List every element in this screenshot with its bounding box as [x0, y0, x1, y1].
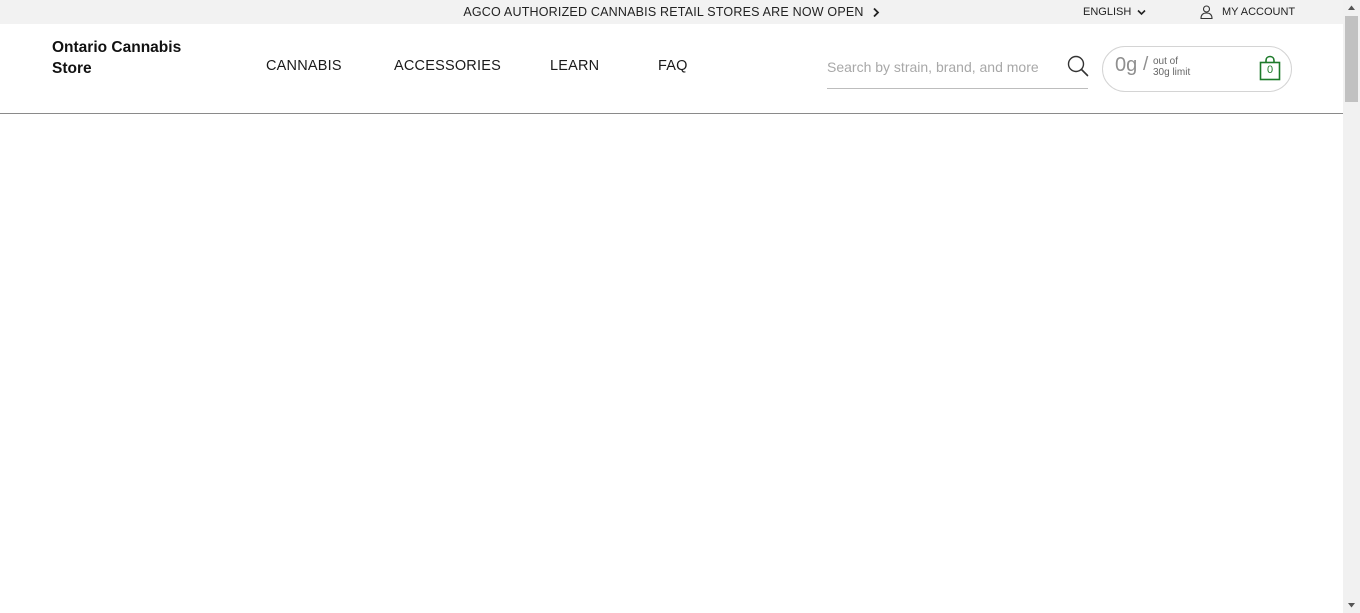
my-account-label: MY ACCOUNT — [1222, 6, 1296, 18]
search-bar — [827, 46, 1089, 89]
scroll-up-arrow-icon[interactable] — [1343, 0, 1360, 15]
scroll-down-arrow-icon[interactable] — [1343, 598, 1360, 613]
page: AGCO AUTHORIZED CANNABIS RETAIL STORES A… — [0, 0, 1343, 613]
cart-grams: 0g — [1115, 54, 1138, 76]
announcement-bar: AGCO AUTHORIZED CANNABIS RETAIL STORES A… — [0, 0, 1343, 24]
announcement-text: AGCO AUTHORIZED CANNABIS RETAIL STORES A… — [463, 5, 864, 19]
logo-line-2: Store — [52, 60, 92, 77]
my-account-link[interactable]: MY ACCOUNT — [1200, 0, 1295, 24]
cart-limit-line-2: 30g limit — [1153, 67, 1191, 78]
cart-limit-line-1: out of — [1153, 56, 1179, 67]
language-label: ENGLISH — [1083, 6, 1132, 18]
search-icon[interactable] — [1067, 55, 1089, 77]
chevron-down-icon — [1137, 9, 1146, 15]
search-input[interactable] — [827, 57, 1052, 77]
cart-item-count: 0 — [1266, 64, 1274, 76]
site-logo[interactable]: Ontario Cannabis Store — [52, 37, 202, 79]
cart-limit: out of 30g limit — [1153, 56, 1190, 78]
language-selector[interactable]: ENGLISH — [1083, 0, 1146, 24]
nav-cannabis[interactable]: CANNABIS — [266, 24, 342, 108]
cart-slash: / — [1143, 54, 1149, 75]
cart-widget[interactable]: 0g / out of 30g limit 0 — [1102, 46, 1292, 92]
scrollbar-thumb[interactable] — [1345, 16, 1358, 102]
nav-faq[interactable]: FAQ — [658, 24, 688, 108]
vertical-scrollbar[interactable] — [1343, 0, 1360, 613]
site-header: Ontario Cannabis Store CANNABIS ACCESSOR… — [0, 24, 1343, 114]
logo-line-1: Ontario Cannabis — [52, 39, 182, 56]
chevron-right-icon — [873, 7, 879, 17]
user-icon — [1200, 5, 1213, 19]
nav-learn[interactable]: LEARN — [550, 24, 599, 108]
nav-accessories[interactable]: ACCESSORIES — [394, 24, 501, 108]
